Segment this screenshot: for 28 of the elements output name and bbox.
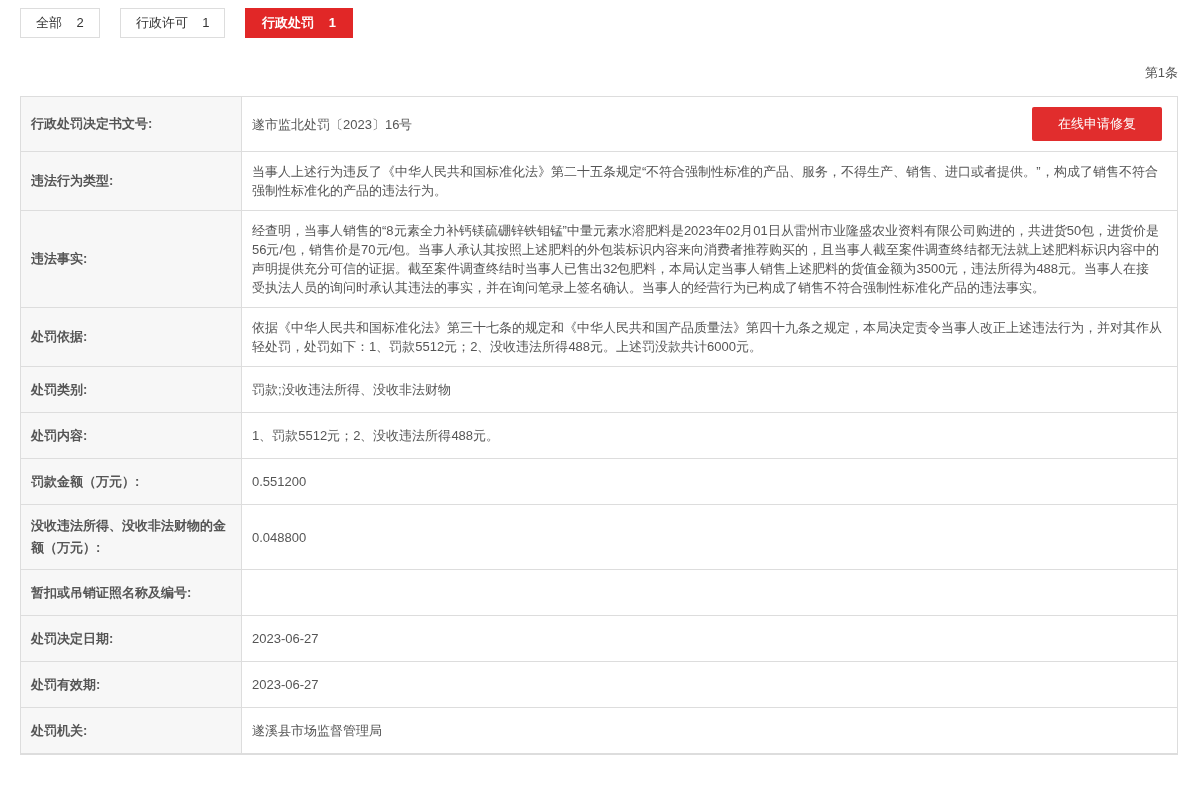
category-tab[interactable]: 行政处罚 1 [245, 8, 354, 38]
field-value: 0.048800 [252, 528, 307, 547]
field-label: 暂扣或吊销证照名称及编号: [21, 570, 242, 615]
field-value: 1、罚款5512元；2、没收违法所得488元。 [252, 427, 500, 445]
field-value: 2023-06-27 [252, 630, 319, 648]
field-value: 2023-06-27 [252, 676, 319, 694]
field-value: 遂溪县市场监督管理局 [252, 722, 382, 740]
field-value: 罚款;没收违法所得、没收非法财物 [252, 381, 451, 399]
field-label: 罚款金额（万元）: [21, 459, 242, 504]
field-value: 当事人上述行为违反了《中华人民共和国标准化法》第二十五条规定“不符合强制性标准的产品、服务，不得生产、销售、进口或者提供。”，构成了销售不符合强制性标准化的产品的违法行为。 [252, 163, 1159, 200]
field-label: 没收违法所得、没收非法财物的金额（万元）: [21, 505, 242, 569]
field-label: 违法行为类型: [21, 152, 242, 210]
field-label: 处罚有效期: [21, 662, 242, 707]
repair-request-button[interactable]: 在线申请修复 [1032, 107, 1162, 141]
field-value: 0.551200 [252, 473, 307, 491]
field-label: 处罚内容: [21, 413, 242, 458]
field-value: 遂市监北处罚〔2023〕16号 [252, 115, 413, 134]
field-label: 处罚类别: [21, 367, 242, 412]
field-label: 处罚依据: [21, 308, 242, 366]
field-value: 依据《中华人民共和国标准化法》第三十七条的规定和《中华人民共和国产品质量法》第四十九条之规定，本局决定责令当事人改正上述违法行为，并对其作从轻处罚，处罚如下：1、罚款5512元；2、没收违法所得488元。上述罚没款共计6000元。 [252, 319, 1162, 356]
field-label: 行政处罚决定书文号: [21, 97, 242, 151]
category-tab[interactable]: 行政许可 1 [119, 8, 226, 38]
category-tab[interactable]: 全部 2 [20, 8, 100, 38]
field-value: 经查明，当事人销售的“8元素全力补钙镁硫硼锌铁钼锰”中量元素水溶肥料是2023年02月01日从雷州市业隆盛农业资料有限公司购进的，共进货50包，进货价是56元/包，销售价是70元/包。当事人承认其按照上述肥料的外包装标识内容来向消费者推荐购买的，且当事人截至案件调查终结都无法就上述肥料标识内容中的声明提供充分可信的证据。截至案件调查终结时当事人已售出32包肥料，本局认定当事人销售上述肥料的货值金额为3500元，违法所得为488元。当事人在接受执法人员的询问时承认其违法的事实，并在询问笔录上签名确认。当事人的经营行为已构成了销售不符合强制性标准化产品的违法事实。 [252, 222, 1161, 297]
field-label: 处罚决定日期: [21, 616, 242, 661]
field-label: 处罚机关: [21, 708, 242, 753]
field-label: 违法事实: [21, 211, 242, 307]
record-index: 第1条 [1144, 64, 1178, 82]
